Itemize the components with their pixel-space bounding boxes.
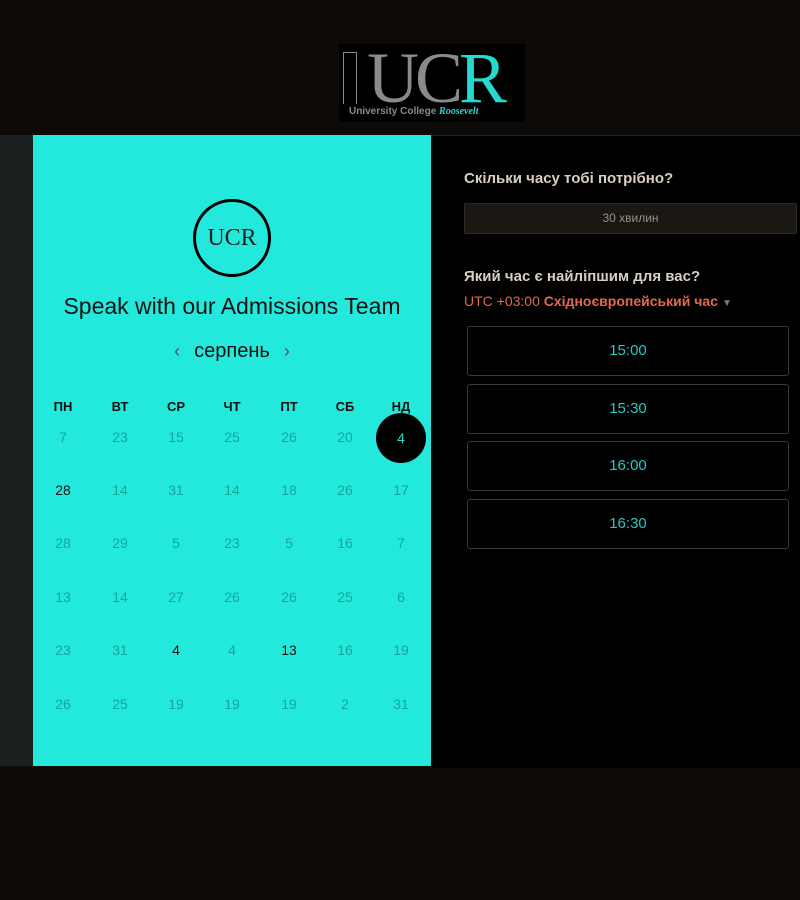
calendar-day: 5 bbox=[285, 535, 293, 551]
duration-select[interactable]: 30 хвилин bbox=[464, 203, 797, 234]
calendar-day: 25 bbox=[337, 589, 353, 605]
weekday-header: ЧТ bbox=[223, 399, 241, 414]
caret-down-icon: ▼ bbox=[721, 298, 732, 309]
calendar-day: 19 bbox=[393, 642, 409, 658]
next-month-button[interactable]: › bbox=[270, 341, 304, 361]
time-slot-button[interactable]: 15:30 bbox=[467, 383, 789, 434]
timezone-select[interactable]: UTC +03:00 Східноєвропейський час ▼ bbox=[464, 293, 732, 309]
calendar-day: 23 bbox=[112, 429, 128, 445]
calendar-day: 26 bbox=[55, 696, 71, 712]
logo-subtitle-accent: Roosevelt bbox=[439, 106, 479, 117]
calendar-day: 14 bbox=[112, 589, 128, 605]
calendar-day-selected[interactable]: 4 bbox=[376, 413, 426, 463]
calendar-day: 26 bbox=[281, 589, 297, 605]
calendar-day: 25 bbox=[112, 696, 128, 712]
time-slot-button[interactable]: 15:00 bbox=[467, 326, 789, 376]
calendar-title: Speak with our Admissions Team bbox=[63, 293, 401, 319]
calendar-day: 16 bbox=[337, 642, 353, 658]
calendar-day: 19 bbox=[281, 696, 297, 712]
side-strip bbox=[0, 135, 33, 766]
calendar-day: 4 bbox=[228, 642, 236, 658]
weekday-header: ПТ bbox=[280, 399, 298, 414]
time-question: Який час є найліпшим для вас? bbox=[464, 268, 701, 285]
weekday-header: СБ bbox=[335, 399, 355, 414]
calendar-panel: UCR Speak with our Admissions Team ‹ серп… bbox=[33, 135, 431, 766]
booking-panel: Скільки часу тобі потрібно? 30 хвилин Як… bbox=[431, 135, 800, 768]
calendar-day: 31 bbox=[168, 482, 184, 498]
calendar-day: 13 bbox=[55, 589, 71, 605]
time-slot-button[interactable]: 16:00 bbox=[467, 441, 789, 491]
calendar-day: 26 bbox=[224, 589, 240, 605]
calendar-day[interactable]: 28 bbox=[38, 482, 88, 498]
tower-icon bbox=[343, 52, 357, 104]
calendar-day: 14 bbox=[112, 482, 128, 498]
prev-month-button[interactable]: ‹ bbox=[160, 341, 194, 361]
calendar-day: 26 bbox=[281, 429, 297, 445]
calendar-day: 5 bbox=[172, 535, 180, 551]
tz-offset: UTC +03:00 bbox=[464, 293, 540, 309]
calendar-day: 20 bbox=[337, 429, 353, 445]
calendar-day: 17 bbox=[393, 482, 409, 498]
calendar-day: 7 bbox=[59, 429, 67, 445]
weekday-header: ВТ bbox=[111, 399, 129, 414]
calendar-day: 23 bbox=[55, 642, 71, 658]
calendar-day: 23 bbox=[224, 535, 240, 551]
calendar-day: 31 bbox=[393, 696, 409, 712]
calendar-day: 27 bbox=[168, 589, 184, 605]
duration-question: Скільки часу тобі потрібно? bbox=[464, 170, 674, 187]
calendar-day: 14 bbox=[224, 482, 240, 498]
calendar-day: 25 bbox=[224, 429, 240, 445]
calendar-day: 28 bbox=[55, 535, 71, 551]
calendar-day: 26 bbox=[337, 482, 353, 498]
month-label: серпень bbox=[194, 340, 270, 362]
calendar-day: 15 bbox=[168, 429, 184, 445]
calendar-day: 19 bbox=[224, 696, 240, 712]
logo-subtitle: University College bbox=[349, 106, 437, 117]
calendar-day: 2 bbox=[341, 696, 349, 712]
calendar-day[interactable]: 4 bbox=[151, 642, 201, 658]
calendar-day[interactable]: 13 bbox=[264, 642, 314, 658]
time-slot-button[interactable]: 16:30 bbox=[467, 498, 789, 549]
calendar-day: 16 bbox=[337, 535, 353, 551]
weekday-header: ПН bbox=[53, 399, 73, 414]
month-nav: ‹ серпень › bbox=[33, 340, 431, 363]
ucr-logo: UCR University College Roosevelt bbox=[339, 38, 525, 122]
tz-name: Східноєвропейський час bbox=[543, 293, 718, 309]
calendar-day: 6 bbox=[397, 589, 405, 605]
calendar-day: 18 bbox=[281, 482, 297, 498]
calendar-day: 29 bbox=[112, 535, 128, 551]
ucr-badge-logo: UCR bbox=[193, 199, 271, 277]
weekday-header: СР bbox=[166, 399, 186, 414]
calendar-day: 31 bbox=[112, 642, 128, 658]
weekday-header: НД bbox=[391, 399, 411, 414]
calendar-day: 7 bbox=[397, 535, 405, 551]
calendar-day: 19 bbox=[168, 696, 184, 712]
